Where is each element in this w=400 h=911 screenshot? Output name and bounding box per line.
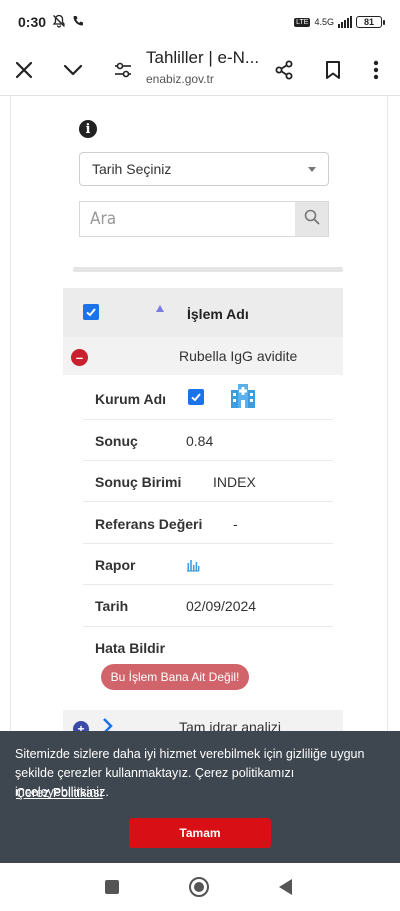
network-type: 4.5G xyxy=(314,17,334,27)
detail-value: INDEX xyxy=(213,474,256,490)
detail-row-referans: Referans Değeri - xyxy=(83,502,333,544)
detail-row-tarih: Tarih 02/09/2024 xyxy=(83,585,333,627)
home-icon[interactable] xyxy=(189,877,209,897)
chevron-down-icon[interactable] xyxy=(61,58,85,82)
status-time: 0:30 xyxy=(18,14,47,30)
detail-value: 0.84 xyxy=(186,433,214,449)
detail-row-sonuc: Sonuç 0.84 xyxy=(83,420,333,461)
page-title[interactable]: Tahliller | e-N... xyxy=(146,48,259,68)
sort-ascending-icon[interactable] xyxy=(156,305,164,312)
cookie-policy-link[interactable]: Çerez Politikası xyxy=(16,786,103,800)
detail-value: 02/09/2024 xyxy=(186,598,257,614)
row-name: Rubella IgG avidite xyxy=(179,348,298,364)
volte-icon: LTE xyxy=(294,17,311,27)
cookie-banner: Sitemizde sizlere daha iyi hizmet verebi… xyxy=(0,731,400,863)
report-chart-icon[interactable] xyxy=(186,558,200,575)
search-button[interactable] xyxy=(295,202,328,236)
detail-row-rapor: Rapor xyxy=(83,544,333,585)
accept-cookies-button[interactable]: Tamam xyxy=(129,818,271,848)
detail-label: Hata Bildir xyxy=(95,640,166,656)
hospital-icon[interactable] xyxy=(229,384,257,411)
detail-row-birim: Sonuç Birimi INDEX xyxy=(83,461,333,502)
share-icon[interactable] xyxy=(272,58,296,82)
search-box xyxy=(79,201,329,237)
select-all-checkbox[interactable] xyxy=(83,304,99,320)
caret-down-icon xyxy=(308,166,316,172)
detail-label: Rapor xyxy=(95,557,136,573)
column-header-islem-adi[interactable]: İşlem Adı xyxy=(187,306,249,322)
notifications-muted-icon xyxy=(52,14,66,31)
browser-toolbar: Tahliller | e-N... enabiz.gov.tr xyxy=(0,44,400,96)
search-icon xyxy=(304,209,320,230)
detail-label: Referans Değeri xyxy=(95,516,203,532)
back-icon[interactable] xyxy=(279,879,292,895)
site-settings-icon[interactable] xyxy=(111,58,135,82)
bookmark-icon[interactable] xyxy=(321,58,345,82)
detail-row-kurum: Kurum Adı xyxy=(83,375,333,420)
close-icon[interactable] xyxy=(12,58,36,82)
horizontal-scrollbar[interactable] xyxy=(73,267,343,272)
battery-icon: 81 xyxy=(356,16,385,28)
info-icon[interactable]: i xyxy=(79,120,97,138)
battery-level: 81 xyxy=(363,17,374,27)
table-row[interactable]: – Rubella IgG avidite xyxy=(63,337,343,375)
search-input[interactable] xyxy=(80,202,295,236)
table-header: İşlem Adı xyxy=(63,288,343,337)
detail-label: Sonuç Birimi xyxy=(95,474,182,490)
row-checkbox[interactable] xyxy=(188,389,204,405)
system-nav-bar xyxy=(0,863,400,911)
detail-value: - xyxy=(233,516,238,532)
detail-label: Kurum Adı xyxy=(95,391,167,407)
collapse-row-icon[interactable]: – xyxy=(71,349,88,366)
page-url[interactable]: enabiz.gov.tr xyxy=(146,72,214,86)
report-error-button[interactable]: Bu İşlem Bana Ait Değil! xyxy=(101,664,249,690)
status-bar: 0:30 LTE 4.5G 81 xyxy=(0,0,400,44)
signal-icon xyxy=(338,16,352,28)
detail-label: Sonuç xyxy=(95,433,138,449)
recents-icon[interactable] xyxy=(105,880,119,894)
detail-label: Tarih xyxy=(95,598,129,614)
date-select-value: Tarih Seçiniz xyxy=(92,161,172,177)
more-options-icon[interactable] xyxy=(364,58,388,82)
phone-call-icon xyxy=(72,14,84,30)
date-select[interactable]: Tarih Seçiniz xyxy=(79,152,329,186)
